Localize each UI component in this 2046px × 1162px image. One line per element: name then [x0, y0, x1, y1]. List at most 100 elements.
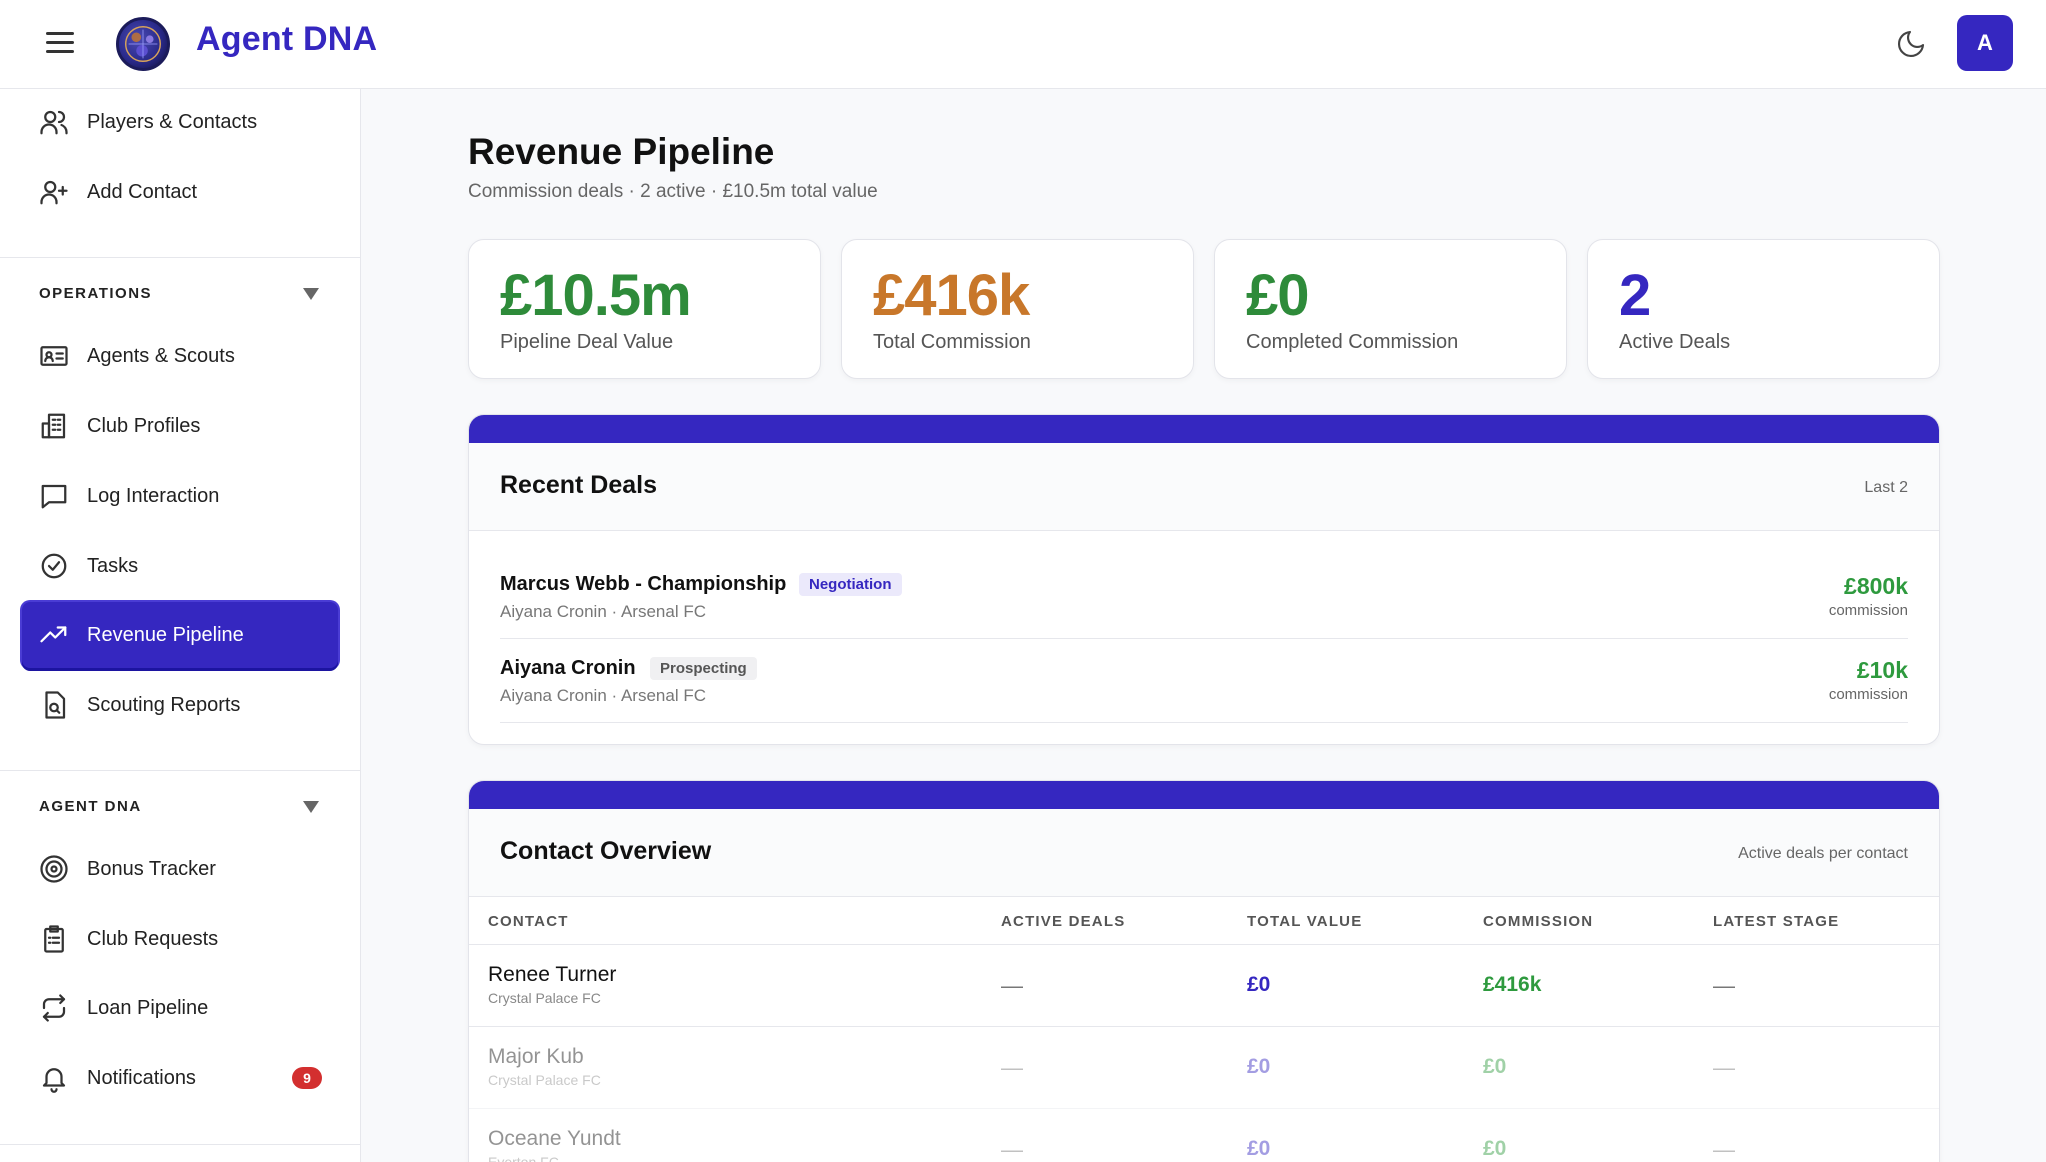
- brand-name: Agent DNA: [196, 20, 378, 58]
- stat-card-total-commission: £416k Total Commission: [841, 239, 1194, 379]
- section-heading: AGENT DNA: [39, 798, 142, 815]
- repeat-icon: [39, 993, 69, 1023]
- stat-label: Active Deals: [1619, 331, 1731, 353]
- sidebar-item-club-profiles[interactable]: Club Profiles: [22, 393, 338, 459]
- latest-stage-cell: —: [1713, 1055, 1735, 1080]
- stat-label: Completed Commission: [1246, 331, 1459, 353]
- deal-amount-label: commission: [1828, 686, 1908, 703]
- sidebar-item-scouting-reports[interactable]: Scouting Reports: [22, 672, 338, 738]
- column-header-active-deals[interactable]: ACTIVE DEALS: [1001, 913, 1125, 930]
- sidebar-item-label: Tasks: [87, 554, 139, 577]
- stat-label: Total Commission: [873, 331, 1031, 353]
- dark-mode-icon[interactable]: [1895, 28, 1927, 60]
- contact-club: Everton FC: [488, 1154, 559, 1162]
- total-value-cell: £0: [1247, 1137, 1271, 1160]
- sidebar-item-agents-scouts[interactable]: Agents & Scouts: [22, 323, 338, 389]
- recent-deals-panel: Recent Deals Last 2 Marcus Webb - Champi…: [468, 414, 1940, 745]
- check-circle-icon: [39, 551, 69, 581]
- sidebar-item-label: Revenue Pipeline: [87, 623, 244, 646]
- caret-down-icon: [303, 800, 319, 813]
- section-toggle-agent-dna[interactable]: AGENT DNA: [39, 798, 319, 815]
- table-header: CONTACT ACTIVE DEALS TOTAL VALUE COMMISS…: [469, 897, 1939, 945]
- column-header-contact[interactable]: CONTACT: [488, 913, 569, 930]
- sidebar-item-add-contact[interactable]: Add Contact: [22, 159, 338, 225]
- panel-meta: Active deals per contact: [1738, 845, 1908, 862]
- deal-amount: £10k: [1856, 657, 1908, 683]
- column-header-commission[interactable]: COMMISSION: [1483, 913, 1593, 930]
- sidebar-item-revenue-pipeline[interactable]: Revenue Pipeline: [22, 602, 338, 668]
- deal-subtitle: Aiyana Cronin · Arsenal FC: [500, 686, 706, 705]
- panel-title: Recent Deals: [500, 471, 658, 499]
- sidebar-item-loan-pipeline[interactable]: Loan Pipeline: [22, 975, 338, 1041]
- stat-card-pipeline-value: £10.5m Pipeline Deal Value: [468, 239, 821, 379]
- divider: [0, 770, 361, 771]
- page-subtitle: Commission deals · 2 active · £10.5m tot…: [468, 181, 878, 202]
- sidebar-item-label: Club Profiles: [87, 414, 201, 437]
- active-deals-cell: —: [1001, 973, 1023, 998]
- stat-card-active-deals: 2 Active Deals: [1587, 239, 1940, 379]
- panel-meta: Last 2: [1864, 479, 1908, 496]
- sidebar-item-bonus-tracker[interactable]: Bonus Tracker: [22, 836, 338, 902]
- column-header-total-value[interactable]: TOTAL VALUE: [1247, 913, 1362, 930]
- divider: [0, 1144, 361, 1145]
- section-toggle-operations[interactable]: OPERATIONS: [39, 285, 319, 302]
- menu-icon[interactable]: [46, 32, 74, 54]
- latest-stage-cell: —: [1713, 973, 1735, 998]
- deal-name: Aiyana Cronin: [500, 657, 636, 679]
- panel-header: Recent Deals Last 2: [469, 443, 1939, 531]
- contact-name: Oceane Yundt: [488, 1127, 621, 1150]
- panel-title: Contact Overview: [500, 837, 712, 865]
- active-deals-cell: —: [1001, 1055, 1023, 1080]
- deal-row[interactable]: Marcus Webb - Championship Negotiation A…: [500, 555, 1908, 639]
- file-search-icon: [39, 690, 69, 720]
- table-row[interactable]: Renee Turner Crystal Palace FC — £0 £416…: [469, 945, 1939, 1027]
- sidebar-item-label: Scouting Reports: [87, 693, 241, 716]
- users-icon: [39, 107, 69, 137]
- commission-cell: £416k: [1483, 973, 1542, 996]
- column-header-latest-stage[interactable]: LATEST STAGE: [1713, 913, 1839, 930]
- sidebar-item-players-contacts[interactable]: Players & Contacts: [22, 89, 338, 155]
- commission-cell: £0: [1483, 1055, 1507, 1078]
- sidebar-item-label: Loan Pipeline: [87, 996, 209, 1019]
- stat-value: £416k: [873, 263, 1030, 328]
- clipboard-icon: [39, 924, 69, 954]
- stat-value: 2: [1619, 263, 1651, 328]
- sidebar-item-log-interaction[interactable]: Log Interaction: [22, 463, 338, 529]
- table-row[interactable]: Major Kub Crystal Palace FC — £0 £0 —: [469, 1027, 1939, 1109]
- total-value-cell: £0: [1247, 973, 1271, 996]
- stat-label: Pipeline Deal Value: [500, 331, 674, 353]
- stage-badge: Negotiation: [799, 573, 902, 596]
- deal-row[interactable]: Aiyana Cronin Prospecting Aiyana Cronin …: [500, 639, 1908, 723]
- sidebar-item-label: Notifications: [87, 1066, 196, 1089]
- id-card-icon: [39, 341, 69, 371]
- user-avatar[interactable]: A: [1957, 15, 2013, 71]
- caret-down-icon: [303, 287, 319, 300]
- deal-subtitle: Aiyana Cronin · Arsenal FC: [500, 602, 706, 621]
- target-icon: [39, 854, 69, 884]
- sidebar: Players & Contacts Add Contact OPERATION…: [0, 89, 361, 1162]
- table-row[interactable]: Oceane Yundt Everton FC — £0 £0 —: [469, 1109, 1939, 1162]
- bell-icon: [39, 1063, 69, 1093]
- latest-stage-cell: —: [1713, 1137, 1735, 1162]
- sidebar-item-label: Players & Contacts: [87, 110, 258, 133]
- sidebar-item-label: Add Contact: [87, 180, 198, 203]
- section-heading: OPERATIONS: [39, 285, 153, 302]
- panel-header: Contact Overview Active deals per contac…: [469, 809, 1939, 897]
- sidebar-item-label: Club Requests: [87, 927, 219, 950]
- sidebar-item-club-requests[interactable]: Club Requests: [22, 906, 338, 972]
- building-icon: [39, 411, 69, 441]
- sidebar-item-label: Agents & Scouts: [87, 344, 235, 367]
- divider: [0, 257, 361, 258]
- contact-overview-panel: Contact Overview Active deals per contac…: [468, 780, 1940, 1162]
- top-bar: Agent DNA A: [0, 0, 2046, 89]
- total-value-cell: £0: [1247, 1055, 1271, 1078]
- deal-name: Marcus Webb - Championship: [500, 573, 787, 595]
- sidebar-item-tasks[interactable]: Tasks: [22, 533, 338, 599]
- message-icon: [39, 481, 69, 511]
- stat-value: £0: [1246, 263, 1310, 328]
- page-title: Revenue Pipeline: [468, 131, 775, 172]
- sidebar-item-notifications[interactable]: Notifications 9: [22, 1045, 338, 1111]
- active-deals-cell: —: [1001, 1137, 1023, 1162]
- notification-count-badge: 9: [292, 1067, 322, 1089]
- stage-badge: Prospecting: [650, 657, 757, 680]
